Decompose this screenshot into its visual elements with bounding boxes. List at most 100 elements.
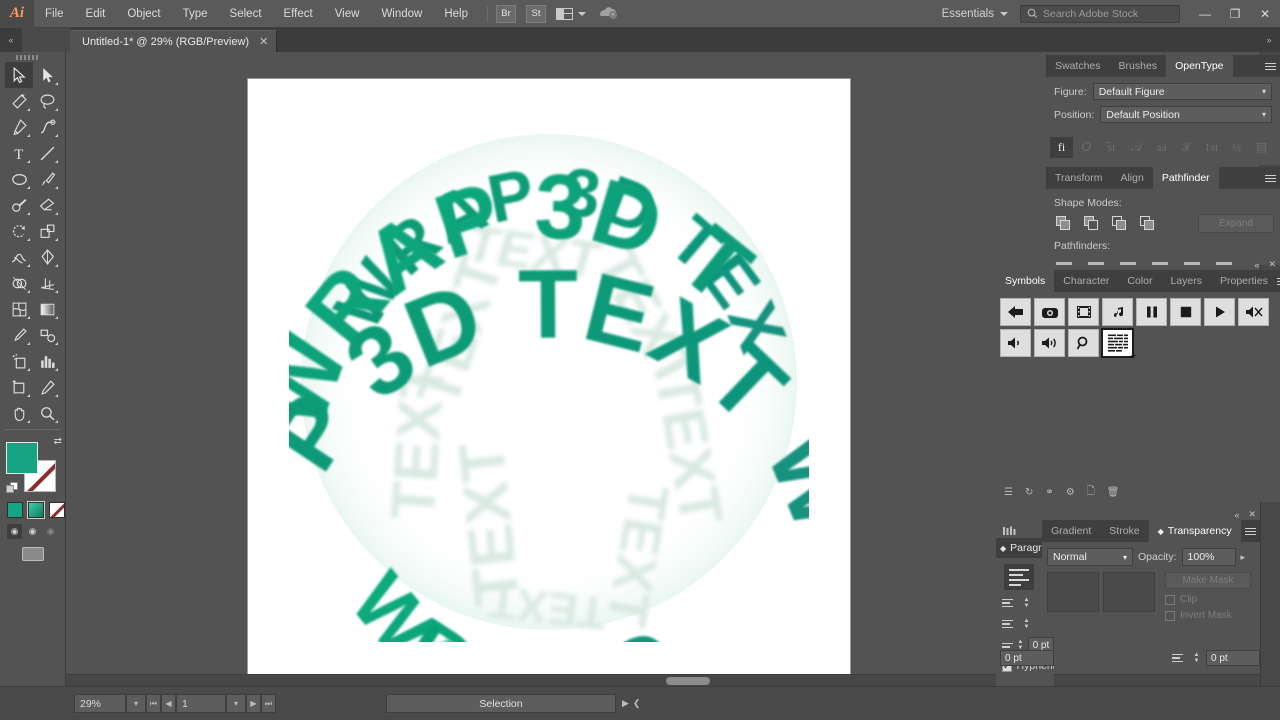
tool-curvature[interactable] (33, 114, 61, 140)
new-symbol-icon[interactable]: 🗋 (1087, 484, 1095, 501)
contextual-alternates-icon[interactable]: 𝑂 (1075, 137, 1098, 158)
status-display[interactable]: Selection (386, 694, 616, 713)
symbol-pause[interactable] (1136, 298, 1167, 326)
page-dropdown-button[interactable]: ▾ (226, 694, 246, 713)
tool-symbol-sprayer[interactable] (5, 348, 33, 374)
symbol-stop[interactable] (1170, 298, 1201, 326)
symbol-film[interactable] (1068, 298, 1099, 326)
symbol-volume-low[interactable] (1000, 329, 1031, 357)
tab-pathfinder[interactable]: Pathfinder (1153, 167, 1219, 189)
break-link-icon[interactable]: ⚭ (1045, 487, 1053, 498)
symbol-volume-high[interactable] (1034, 329, 1065, 357)
symbol-play[interactable] (1204, 298, 1235, 326)
intersect-button[interactable] (1108, 213, 1130, 233)
invert-mask-checkbox[interactable] (1165, 611, 1175, 621)
menu-object[interactable]: Object (116, 0, 171, 28)
close-icon[interactable]: ✕ (259, 35, 268, 48)
tab-symbols[interactable]: Symbols (996, 270, 1054, 292)
invert-mask-checkbox-row[interactable]: Invert Mask (1165, 610, 1251, 621)
restore-button[interactable]: ❐ (1220, 0, 1250, 28)
tab-align[interactable]: Align (1111, 167, 1152, 189)
menu-edit[interactable]: Edit (75, 0, 117, 28)
first-page-button[interactable]: ⏮ (146, 694, 161, 713)
tool-width[interactable] (5, 244, 33, 270)
tool-free-transform[interactable] (33, 244, 61, 270)
tab-character[interactable]: Character (1054, 270, 1118, 292)
tab-properties[interactable]: Properties (1211, 270, 1277, 292)
stock-button[interactable]: St (526, 5, 546, 23)
delete-symbol-icon[interactable]: 🗑 (1107, 487, 1120, 498)
symbol-camera[interactable] (1034, 298, 1065, 326)
ordinals-icon[interactable]: 1st (1200, 137, 1223, 158)
align-left-button[interactable] (1004, 564, 1034, 590)
standard-ligatures-icon[interactable]: fi (1050, 137, 1073, 158)
tool-column-graph[interactable] (33, 348, 61, 374)
change-screen-mode-icon[interactable] (22, 547, 44, 561)
tool-eyedropper[interactable] (5, 322, 33, 348)
zoom-level-input[interactable]: 29% (74, 694, 126, 713)
tab-stroke[interactable]: Stroke (1100, 520, 1148, 542)
creative-cloud-icon[interactable] (598, 4, 618, 23)
minus-back-button[interactable] (1216, 262, 1232, 265)
symbol-back-arrow[interactable] (1000, 298, 1031, 326)
tab-opentype[interactable]: OpenType (1166, 55, 1232, 77)
tool-zoom[interactable] (33, 400, 61, 426)
minimize-button[interactable]: — (1190, 0, 1220, 28)
panel-menu-icon[interactable] (1241, 520, 1260, 542)
next-page-button[interactable]: ▶ (246, 694, 261, 713)
left-indent-value[interactable]: 0 pt (1000, 650, 1054, 666)
exclude-button[interactable] (1136, 213, 1158, 233)
status-next-icon[interactable]: ▶ (622, 698, 629, 709)
tool-scale[interactable] (33, 218, 61, 244)
menu-window[interactable]: Window (370, 0, 433, 28)
tool-blend[interactable] (33, 322, 61, 348)
right-indent-stepper[interactable]: ▲▼ (1191, 650, 1202, 666)
color-mode-color[interactable] (7, 502, 23, 518)
tool-mesh[interactable] (5, 296, 33, 322)
menu-file[interactable]: File (34, 0, 75, 28)
swap-fill-stroke-icon[interactable]: ⇄ (54, 436, 62, 447)
bridge-button[interactable]: Br (496, 5, 516, 23)
panel-menu-icon[interactable] (1260, 167, 1280, 189)
first-line-indent-stepper[interactable]: ▲▼ (1021, 616, 1032, 632)
tool-shape-builder[interactable] (5, 270, 33, 296)
minus-front-button[interactable] (1080, 213, 1102, 233)
symbol-mute[interactable] (1238, 298, 1269, 326)
glyph-panel-icon[interactable]: ▤ (1250, 137, 1273, 158)
close-icon[interactable]: ✕ (1248, 509, 1256, 520)
tool-hand[interactable] (5, 400, 33, 426)
symbol-search[interactable] (1068, 329, 1099, 357)
collapse-icon[interactable]: « (1234, 510, 1239, 520)
fractions-icon[interactable]: ½ (1225, 137, 1248, 158)
symbol-music-note[interactable] (1102, 298, 1133, 326)
tool-shaper[interactable] (5, 192, 33, 218)
tool-lasso[interactable] (33, 88, 61, 114)
default-fill-stroke-icon[interactable] (6, 482, 19, 495)
paragraph-drag-icon[interactable]: ◆ (1000, 544, 1006, 553)
titling-alternates-icon[interactable]: 𝒯 (1175, 137, 1198, 158)
screen-mode-normal-icon[interactable]: ◉ (7, 524, 22, 539)
collapse-right-dock-icon[interactable]: » (1258, 28, 1280, 52)
tool-pen[interactable] (5, 114, 33, 140)
tab-transform[interactable]: Transform (1046, 167, 1111, 189)
tab-transparency[interactable]: ◆ Transparency (1149, 520, 1241, 542)
tool-direct-selection[interactable] (33, 62, 61, 88)
tool-rotate[interactable] (5, 218, 33, 244)
opacity-slider-icon[interactable]: ▸ (1241, 552, 1246, 563)
collapse-icon[interactable]: « (1254, 260, 1259, 270)
object-thumbnail[interactable] (1047, 572, 1099, 612)
last-page-button[interactable]: ⏭ (261, 694, 276, 713)
tab-gradient[interactable]: Gradient (1042, 520, 1100, 542)
menu-view[interactable]: View (324, 0, 371, 28)
tool-paintbrush[interactable] (33, 166, 61, 192)
figure-select[interactable]: Default Figure ▾ (1093, 83, 1272, 100)
discretionary-ligatures-icon[interactable]: ̅st (1100, 137, 1123, 158)
symbol-text-block[interactable]: + (1102, 329, 1133, 357)
expand-button[interactable]: Expand (1198, 214, 1274, 233)
divide-button[interactable] (1056, 262, 1072, 265)
color-mode-none[interactable] (49, 502, 65, 518)
clip-checkbox[interactable] (1165, 595, 1175, 605)
arrange-documents-button[interactable] (556, 8, 586, 20)
left-indent-stepper[interactable]: ▲▼ (1021, 595, 1032, 611)
place-symbol-instance-icon[interactable]: ↻ (1025, 487, 1033, 498)
